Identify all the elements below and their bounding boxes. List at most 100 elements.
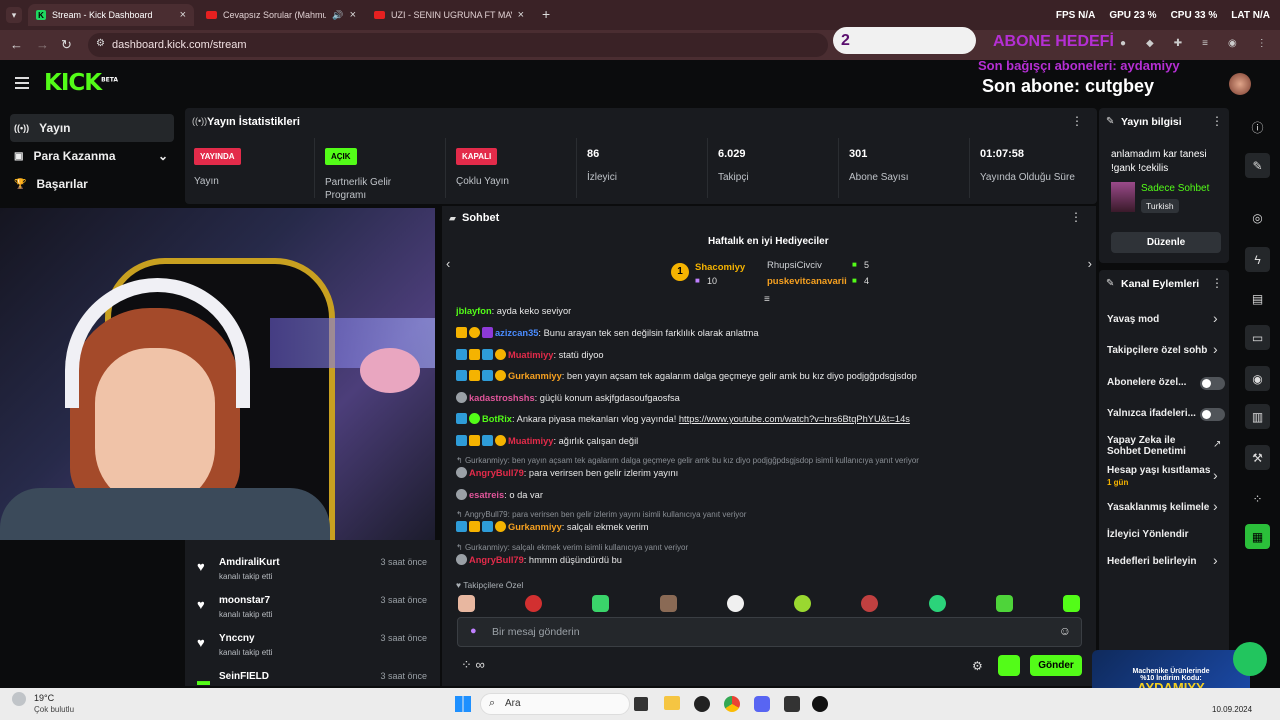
- tab-youtube-1[interactable]: Cevapsız Sorular (Mahmut Or 🔊 ×: [198, 4, 364, 26]
- whatsapp-icon[interactable]: [1233, 642, 1267, 676]
- tab-search-button[interactable]: ▾: [6, 7, 22, 23]
- follower-name[interactable]: SeinFIELD: [219, 671, 269, 682]
- chat-username[interactable]: AngryBull79: [469, 468, 524, 478]
- emote-only-toggle[interactable]: [1200, 408, 1225, 421]
- more-icon[interactable]: ⋮: [1211, 276, 1223, 290]
- chevron-right-icon[interactable]: ›: [1213, 310, 1218, 326]
- more-icon[interactable]: ⋮: [1071, 114, 1083, 128]
- chevron-right-icon[interactable]: ›: [1213, 341, 1218, 357]
- action-yapay-zeka[interactable]: Yapay Zeka ile Sohbet Denetimi: [1107, 435, 1207, 457]
- infinity-icon[interactable]: ∞: [476, 657, 485, 672]
- chat-username[interactable]: esatreis: [469, 490, 504, 500]
- clock-date[interactable]: 10.09.2024: [1212, 705, 1252, 714]
- chat-input[interactable]: ● Bir mesaj gönderin ☺: [457, 617, 1082, 647]
- puzzle-icon[interactable]: ✚: [1174, 38, 1182, 52]
- back-icon[interactable]: ←: [10, 37, 23, 52]
- reply-context[interactable]: ↰ Gurkanmiyy: ben yayın açsam tek agalar…: [456, 456, 919, 465]
- speaker-icon[interactable]: 🔊: [332, 10, 343, 21]
- address-bar[interactable]: ⚙ dashboard.kick.com/stream: [88, 33, 828, 57]
- emote-icon[interactable]: [928, 595, 946, 612]
- layout-icon[interactable]: ▥: [1245, 404, 1270, 429]
- sidebar-item-basarilar[interactable]: 🏆 Başarılar: [10, 170, 174, 198]
- emote-icon[interactable]: [592, 595, 610, 612]
- close-icon[interactable]: ×: [350, 9, 356, 21]
- action-yavas-mod[interactable]: Yavaş mod: [1107, 314, 1159, 325]
- chat-username[interactable]: Gurkanmiyy: [508, 371, 562, 381]
- tab-kick-dashboard[interactable]: K Stream - Kick Dashboard ×: [28, 4, 194, 26]
- emote-icon[interactable]: [861, 595, 879, 612]
- edit-button[interactable]: Düzenle: [1111, 232, 1221, 253]
- next-arrow-icon[interactable]: ›: [1088, 256, 1092, 271]
- action-izleyici-yonlendir[interactable]: İzleyici Yönlendir: [1107, 529, 1189, 540]
- gifter-name[interactable]: puskevitcanavarii: [767, 276, 847, 287]
- reply-context[interactable]: ↰ Gurkanmiyy: salçalı ekmek verim isimli…: [456, 543, 688, 552]
- profile-icon[interactable]: ◉: [1228, 38, 1237, 52]
- hamburger-menu-icon[interactable]: [15, 77, 29, 89]
- emote-icon[interactable]: [659, 595, 677, 612]
- follower-name[interactable]: AmdiraliKurt: [219, 557, 280, 568]
- mic-icon[interactable]: ●: [470, 625, 477, 637]
- chat-username[interactable]: BotRix: [482, 414, 512, 424]
- follower-name[interactable]: moonstar7: [219, 595, 270, 606]
- subscribers-only-toggle[interactable]: [1200, 377, 1225, 390]
- action-hesap-yasi[interactable]: Hesap yaşı kısıtlaması: [1107, 465, 1211, 476]
- tab-youtube-2[interactable]: UZI - SENIN UGRUNA FT MAVI - Y ×: [366, 4, 532, 26]
- close-icon[interactable]: ×: [180, 9, 186, 21]
- app-icon[interactable]: [812, 696, 828, 712]
- user-avatar[interactable]: [1229, 73, 1251, 95]
- emote-icon[interactable]: [1062, 595, 1080, 612]
- dots-icon[interactable]: ⁘: [461, 657, 472, 672]
- gifter-name[interactable]: RhupsiCivciv: [767, 260, 822, 271]
- chat-username[interactable]: kadastroshshs: [469, 393, 535, 403]
- gear-icon[interactable]: ⚙: [972, 659, 983, 673]
- wrench-icon[interactable]: ⚒: [1245, 445, 1270, 470]
- category-name[interactable]: Sadece Sohbet: [1141, 183, 1209, 194]
- kick-points-button[interactable]: [998, 655, 1020, 676]
- reload-icon[interactable]: ↻: [61, 37, 72, 53]
- reply-context[interactable]: ↰ AngryBull79: para verirsen ben gelir i…: [456, 510, 746, 519]
- app-icon[interactable]: [784, 696, 800, 712]
- info-icon[interactable]: ⓘ: [1245, 115, 1270, 140]
- emote-icon[interactable]: [794, 595, 812, 612]
- sidebar-item-yayin[interactable]: ((•)) Yayın: [10, 114, 174, 142]
- action-takipcilere-ozel[interactable]: Takipçilere özel sohb: [1107, 345, 1207, 356]
- chevron-right-icon[interactable]: ›: [1213, 552, 1218, 568]
- weather-temp[interactable]: 19°C: [34, 693, 54, 703]
- chrome-icon[interactable]: [724, 696, 740, 712]
- extension-icon[interactable]: ●: [1120, 38, 1126, 52]
- kick-logo[interactable]: KICKBETA: [44, 70, 118, 96]
- sidebar-item-para-kazanma[interactable]: ▣ Para Kazanma ⌄: [10, 142, 174, 170]
- follower-name[interactable]: Ynccny: [219, 633, 255, 644]
- chat-username[interactable]: Muatimiyy: [508, 350, 553, 360]
- gifter-name[interactable]: Shacomiyy: [695, 262, 745, 273]
- pin-icon[interactable]: ≡: [764, 294, 770, 305]
- windows-start-icon[interactable]: [455, 696, 471, 712]
- camera-icon[interactable]: ◎: [1245, 205, 1270, 230]
- dots-cluster-icon[interactable]: ⁘: [1245, 486, 1270, 511]
- app-icon[interactable]: [694, 696, 710, 712]
- lightning-icon[interactable]: ϟ: [1245, 247, 1270, 272]
- chat-bubble-icon[interactable]: ▭: [1245, 325, 1270, 350]
- chat-username[interactable]: azizcan35: [495, 328, 538, 338]
- chat-username[interactable]: Gurkanmiyy: [508, 522, 562, 532]
- extension-icon[interactable]: ◆: [1146, 38, 1154, 52]
- prev-arrow-icon[interactable]: ‹: [446, 256, 450, 271]
- list-icon[interactable]: ≡: [1202, 38, 1208, 52]
- new-tab-button[interactable]: +: [542, 6, 550, 22]
- file-explorer-icon[interactable]: [664, 696, 680, 710]
- chat-username[interactable]: jblayfon: [456, 306, 492, 316]
- chat-link[interactable]: https://www.youtube.com/watch?v=hrs6BtqP…: [679, 414, 910, 424]
- more-icon[interactable]: ⋮: [1211, 114, 1223, 128]
- chevron-right-icon[interactable]: ›: [1213, 467, 1218, 483]
- taskbar-search[interactable]: ⌕ Ara: [480, 693, 630, 715]
- menu-icon[interactable]: ⋮: [1257, 38, 1267, 52]
- chat-username[interactable]: AngryBull79: [469, 555, 524, 565]
- action-hedefler[interactable]: Hedefleri belirleyin: [1107, 556, 1196, 567]
- forward-icon[interactable]: →: [36, 37, 49, 52]
- task-view-icon[interactable]: [634, 697, 648, 711]
- more-icon[interactable]: ⋮: [1070, 210, 1082, 224]
- pencil-icon[interactable]: ✎: [1245, 153, 1270, 178]
- chevron-right-icon[interactable]: ›: [1213, 498, 1218, 514]
- broadcast-icon[interactable]: ◉: [1245, 366, 1270, 391]
- discord-icon[interactable]: [754, 696, 770, 712]
